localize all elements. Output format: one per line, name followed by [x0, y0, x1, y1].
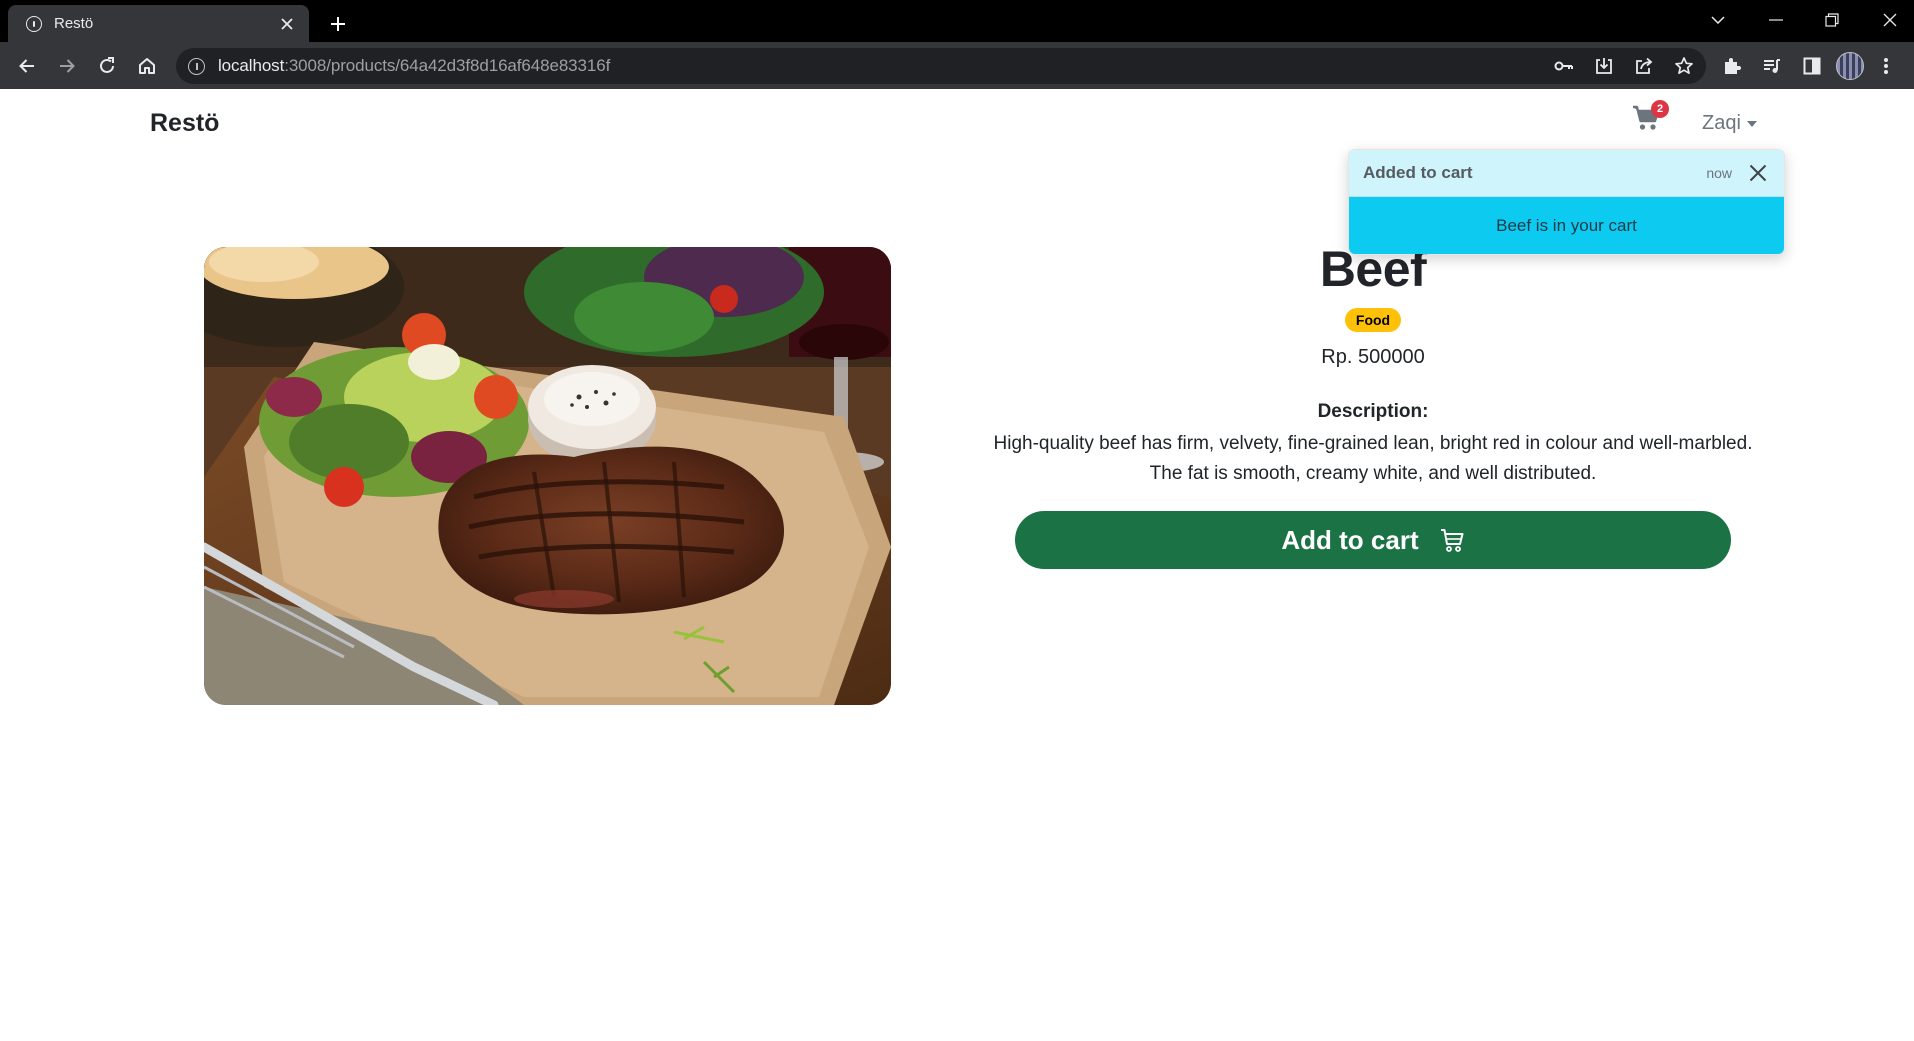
- share-icon[interactable]: [1632, 54, 1656, 78]
- cart-outline-icon: [1440, 529, 1464, 552]
- tab-title: Restö: [54, 15, 94, 32]
- browser-tabstrip: Restö: [0, 0, 1914, 42]
- close-icon[interactable]: [1746, 161, 1770, 185]
- category-badge: Food: [1344, 308, 1402, 332]
- toast-time: now: [1706, 165, 1732, 181]
- reload-icon[interactable]: [91, 50, 123, 82]
- product-price: Rp. 500000: [1321, 346, 1425, 368]
- user-name: Zaqi: [1702, 112, 1741, 134]
- caret-down-icon: [1746, 120, 1757, 127]
- close-tab-icon[interactable]: [277, 14, 297, 34]
- brand-logo[interactable]: Restö: [150, 109, 219, 138]
- media-queue-icon[interactable]: [1756, 50, 1788, 82]
- key-icon[interactable]: [1552, 54, 1576, 78]
- home-icon[interactable]: [131, 50, 163, 82]
- product-info: Beef Food Rp. 500000 Description: High-q…: [980, 240, 1766, 569]
- forward-icon[interactable]: [51, 50, 83, 82]
- profile-avatar[interactable]: [1836, 52, 1864, 80]
- browser-toolbar: localhost:3008/products/64a42d3f8d16af64…: [0, 42, 1914, 89]
- extensions-puzzle-icon[interactable]: [1716, 50, 1748, 82]
- added-to-cart-toast: Added to cart now Beef is in your cart: [1348, 149, 1785, 255]
- add-to-cart-label: Add to cart: [1281, 524, 1419, 555]
- add-to-cart-button[interactable]: Add to cart: [1015, 511, 1731, 569]
- toast-title: Added to cart: [1363, 163, 1473, 182]
- toast-header: Added to cart now: [1349, 150, 1784, 197]
- install-icon[interactable]: [1592, 54, 1616, 78]
- side-panel-icon[interactable]: [1796, 50, 1828, 82]
- new-tab-icon[interactable]: [324, 10, 352, 38]
- product-image: [204, 247, 891, 705]
- cart-count-badge: 2: [1651, 100, 1669, 118]
- address-bar[interactable]: localhost:3008/products/64a42d3f8d16af64…: [176, 48, 1706, 84]
- cart-button[interactable]: 2: [1632, 100, 1669, 138]
- restore-icon[interactable]: [1810, 6, 1854, 34]
- minimize-icon[interactable]: [1754, 6, 1798, 34]
- browser-tab[interactable]: Restö: [8, 5, 309, 42]
- back-icon[interactable]: [11, 50, 43, 82]
- info-icon: [26, 15, 42, 32]
- site-info-icon[interactable]: [188, 57, 205, 75]
- user-dropdown[interactable]: Zaqi: [1702, 112, 1757, 135]
- more-menu-icon[interactable]: [1872, 50, 1900, 82]
- tab-search-icon[interactable]: [1696, 6, 1740, 34]
- close-window-icon[interactable]: [1868, 6, 1912, 34]
- bookmark-star-icon[interactable]: [1672, 54, 1696, 78]
- product-description: High-quality beef has firm, velvety, fin…: [993, 433, 1753, 484]
- toast-message: Beef is in your cart: [1349, 197, 1784, 254]
- url-text: localhost:3008/products/64a42d3f8d16af64…: [218, 56, 611, 75]
- description-label: Description:: [1317, 401, 1429, 422]
